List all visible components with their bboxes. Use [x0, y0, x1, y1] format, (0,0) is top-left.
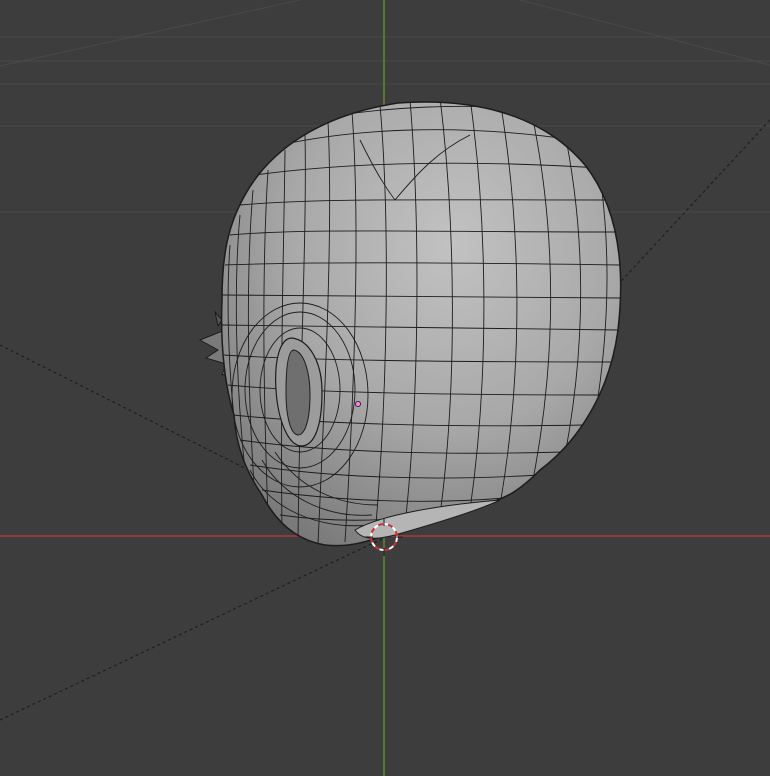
head-mesh[interactable] — [198, 98, 622, 547]
3d-viewport[interactable] — [0, 0, 770, 776]
viewport-canvas[interactable] — [0, 0, 770, 776]
object-origin[interactable] — [354, 400, 361, 407]
